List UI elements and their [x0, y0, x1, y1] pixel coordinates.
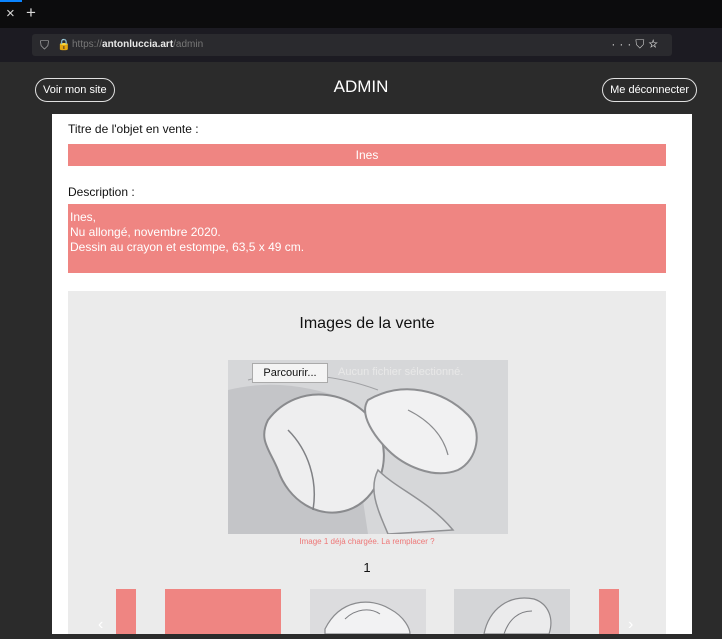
next-arrow-icon[interactable]: ›	[628, 616, 633, 634]
title-input[interactable]: Ines	[68, 144, 666, 166]
new-tab-icon[interactable]: +	[26, 3, 36, 23]
browse-file-button[interactable]: Parcourir...	[252, 363, 328, 383]
browser-tab-bar: × +	[0, 0, 722, 28]
sale-images-section: Images de la vente Parcourir... Aucun fi…	[68, 291, 666, 635]
edit-sale-panel: Titre de l'objet en vente : Ines Descrip…	[52, 114, 692, 635]
bookmark-star-icon[interactable]: ☆	[648, 37, 662, 51]
description-line: Dessin au crayon et estompe, 63,5 x 49 c…	[70, 240, 305, 254]
thumbnail-image[interactable]	[310, 589, 426, 635]
thumbnail-slot[interactable]	[165, 589, 281, 634]
description-label: Description :	[68, 185, 135, 199]
url-host: antonluccia.art	[102, 39, 174, 50]
images-heading: Images de la vente	[299, 315, 435, 332]
thumbnail-image[interactable]	[454, 589, 570, 635]
lock-icon[interactable]: 🔒	[57, 38, 71, 51]
url-text[interactable]: https://antonluccia.art/admin	[72, 39, 203, 50]
logout-button[interactable]: Me déconnecter	[602, 78, 697, 102]
thumbnail-slot[interactable]	[599, 589, 619, 634]
address-bar[interactable]: ⛉ 🔒 https://antonluccia.art/admin ···⛉☆	[32, 34, 672, 56]
description-line: Nu allongé, novembre 2020.	[70, 225, 221, 239]
url-path: /admin	[173, 39, 204, 50]
pocket-icon[interactable]: ⛉	[635, 37, 648, 51]
page-actions: ···⛉☆	[611, 37, 662, 52]
no-file-selected-text: Aucun fichier sélectionné.	[338, 366, 464, 378]
shield-icon[interactable]: ⛉	[40, 38, 49, 53]
description-textarea[interactable]: Ines, Nu allongé, novembre 2020. Dessin …	[68, 204, 666, 273]
more-actions-icon[interactable]: ···	[611, 37, 635, 51]
close-tab-icon[interactable]: ×	[6, 5, 15, 22]
thumbnail-slot[interactable]	[116, 589, 136, 634]
admin-header: Voir mon site ADMIN Me déconnecter	[0, 62, 722, 114]
title-label: Titre de l'objet en vente :	[68, 122, 199, 136]
active-tab-indicator	[0, 0, 22, 2]
description-line: Ines,	[70, 210, 97, 224]
prev-arrow-icon[interactable]: ‹	[98, 616, 103, 634]
sale-image-preview	[228, 360, 508, 534]
image-loaded-replace-link[interactable]: Image 1 déjà chargée. La remplacer ?	[68, 537, 666, 546]
url-scheme: https://	[72, 39, 103, 50]
image-number: 1	[363, 560, 371, 575]
browser-toolbar: ⛉ 🔒 https://antonluccia.art/admin ···⛉☆	[0, 28, 722, 62]
